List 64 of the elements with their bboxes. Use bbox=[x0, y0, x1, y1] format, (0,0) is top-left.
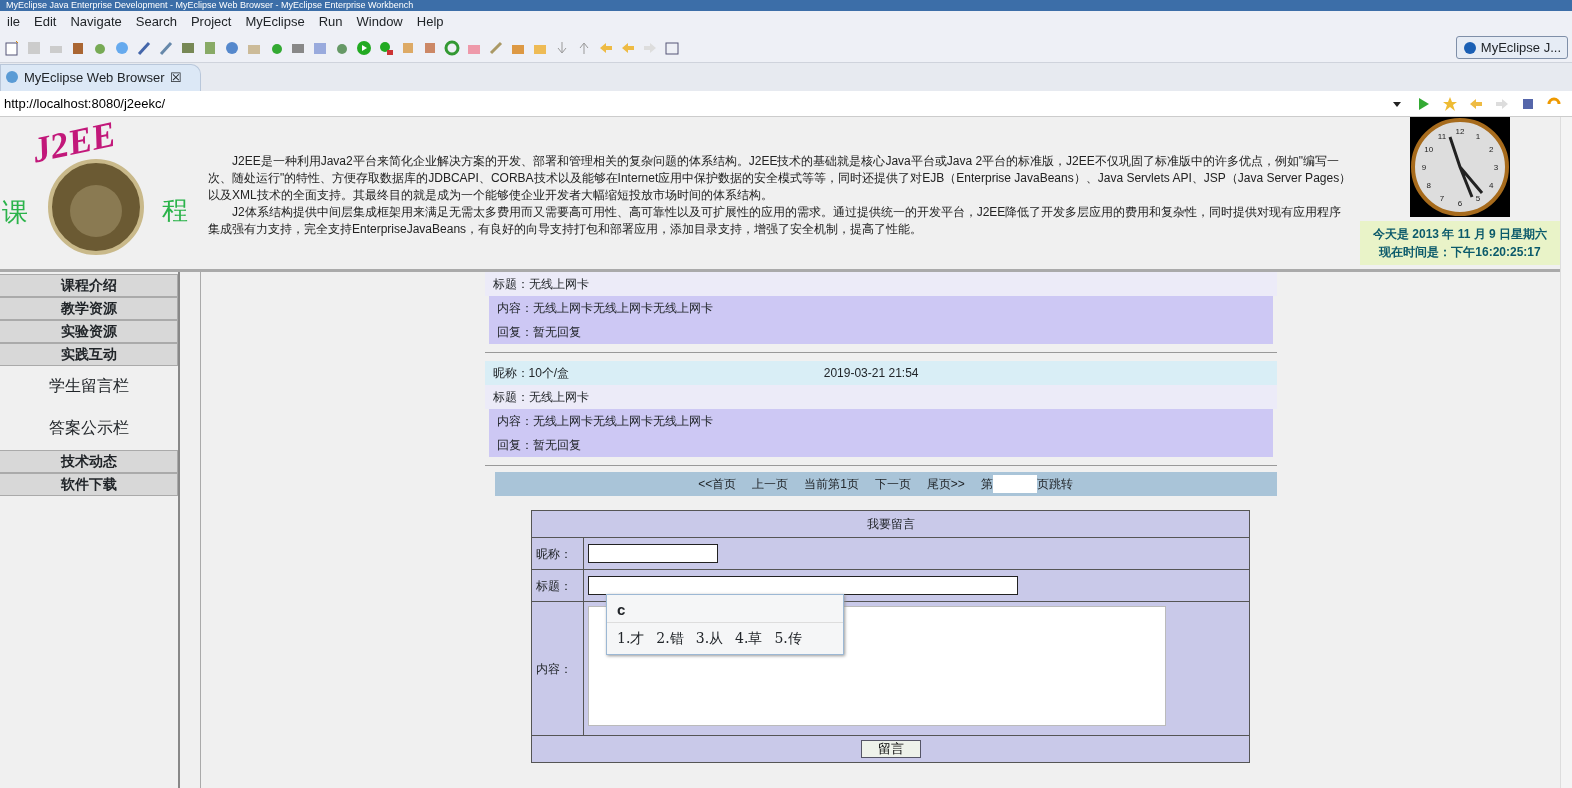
nav-section[interactable]: 实验资源 bbox=[0, 320, 178, 343]
pager-link[interactable]: 上一页 bbox=[752, 475, 789, 493]
form-heading: 我要留言 bbox=[866, 517, 915, 531]
submit-button[interactable]: 留言 bbox=[860, 740, 921, 758]
editor-tab[interactable]: MyEclipse Web Browser ☒ bbox=[0, 63, 201, 91]
nickname-text: 昵称：10个/盒 bbox=[492, 365, 570, 382]
refresh-icon[interactable] bbox=[444, 39, 460, 56]
ime-candidate[interactable]: 5.传 bbox=[774, 628, 802, 649]
nav-section[interactable]: 课程介绍 bbox=[0, 274, 178, 297]
ime-candidate[interactable]: 2.错 bbox=[656, 628, 684, 649]
menu-item[interactable]: MyEclipse bbox=[238, 12, 312, 32]
pager-link[interactable]: 下一页 bbox=[874, 475, 911, 493]
close-button[interactable]: ☒ bbox=[169, 67, 182, 87]
nav-link[interactable]: 答案公示栏 bbox=[0, 408, 178, 450]
logo-text: 课 bbox=[2, 196, 28, 229]
message-reply: 回复：暂无回复 bbox=[495, 324, 582, 341]
date-text: 今天是 2013 年 11 月 9 日星期六 bbox=[1371, 226, 1549, 243]
perspective-icon bbox=[1462, 40, 1477, 55]
star-icon[interactable] bbox=[1442, 95, 1458, 112]
intro-paragraph: J2EE是一种利用Java2平台来简化企业解决方案的开发、部署和管理相关的复杂问题的体系结构。J2EE技术的基础就是核心Java平台或Java 2平台的标准版，J2EE不仅巩固了标准版中的许多优点，例如"编写一次、随处运行"的特性、方便存取数据库的JDBCAPI、CORBA技术以及能够在Internet应用中保护数据的安全模式等等，同时还提供了对EJB（Enterprise JavaBeans）、Java Servlets API、JSP（Java Server Pages）以及XML技术的全面支持。其最终目的就是成为一个能够使企业开发者大幅缩短投放市场时间的体系结构。 bbox=[208, 153, 1352, 204]
date-text: 2019-03-21 21:54 bbox=[823, 365, 919, 382]
nav-section[interactable]: 软件下载 bbox=[0, 473, 178, 496]
pager-link[interactable]: 尾页>> bbox=[926, 475, 965, 493]
menu-item[interactable]: Window bbox=[349, 12, 410, 32]
ime-candidate[interactable]: 4.草 bbox=[735, 628, 763, 649]
form-label: 标题： bbox=[536, 578, 572, 593]
intro-paragraph: J2体系结构提供中间层集成框架用来满足无需太多费用而又需要高可用性、高可靠性以及可扩展性的应用的需求。通过提供统一的开发平台，J2EE降低了开发多层应用的费用和复杂性，同时提供对现有应用程序集成强有力支持，完全支持EnterpriseJavaBeans，有良好的向导支持打包和部署应用，添加目录支持，增强了安全机制，提高了性能。 bbox=[208, 204, 1343, 238]
address-bar[interactable]: http://localhost:8080/j2eekc/ bbox=[0, 91, 1572, 117]
nickname-field[interactable] bbox=[588, 544, 718, 563]
menu-item[interactable]: Run bbox=[311, 12, 350, 32]
page-label: 第 bbox=[980, 476, 993, 493]
menu-item[interactable]: Search bbox=[128, 12, 184, 32]
ime-candidate[interactable]: 3.从 bbox=[695, 628, 724, 649]
nav-link[interactable]: 学生留言栏 bbox=[0, 366, 178, 408]
message-content: 内容：无线上网卡无线上网卡无线上网卡 bbox=[495, 413, 714, 430]
window-title: MyEclipse Java Enterprise Development - MyEclipse Web Browser - MyEclipse Enterprise Workbench bbox=[0, 0, 1572, 11]
logo-text: 程 bbox=[162, 194, 188, 227]
new-file-icon[interactable] bbox=[4, 39, 20, 56]
save-icon[interactable] bbox=[26, 39, 42, 56]
message-title: 标题：无线上网卡 bbox=[484, 385, 1277, 409]
page-label: 页跳转 bbox=[1036, 476, 1073, 493]
pager-link[interactable]: 当前第1页 bbox=[804, 475, 859, 493]
message-title: 标题：无线上网卡 bbox=[484, 272, 1277, 296]
menu-item[interactable]: Help bbox=[409, 12, 451, 32]
ime-composition: c bbox=[607, 595, 843, 623]
form-label: 昵称： bbox=[536, 546, 572, 561]
page-field[interactable] bbox=[992, 475, 1037, 493]
message-reply: 回复：暂无回复 bbox=[495, 437, 582, 454]
open-perspective-icon[interactable] bbox=[664, 39, 680, 56]
time-text: 现在时间是：下午16:20:25:17 bbox=[1377, 244, 1542, 261]
form-label: 内容： bbox=[536, 661, 572, 676]
menu-item[interactable]: Project bbox=[183, 12, 239, 32]
menu-item[interactable]: Navigate bbox=[63, 12, 129, 32]
ime-candidate[interactable]: 1.才 bbox=[617, 628, 645, 649]
clock-drawing: 12 1 2 3 4 5 6 7 8 9 10 11 bbox=[1410, 117, 1510, 217]
pager-link[interactable]: <<首页 bbox=[698, 475, 737, 493]
menu-item[interactable]: Edit bbox=[27, 12, 64, 32]
nav-section[interactable]: 教学资源 bbox=[0, 297, 178, 320]
title-field[interactable] bbox=[588, 576, 1018, 595]
perspective-button[interactable]: MyEclipse J... bbox=[1455, 35, 1568, 60]
nav-section[interactable]: 技术动态 bbox=[0, 450, 178, 473]
message-content: 内容：无线上网卡无线上网卡无线上网卡 bbox=[495, 300, 714, 317]
menu-item[interactable]: ile bbox=[0, 12, 27, 32]
nav-section[interactable]: 实践互动 bbox=[0, 343, 178, 366]
